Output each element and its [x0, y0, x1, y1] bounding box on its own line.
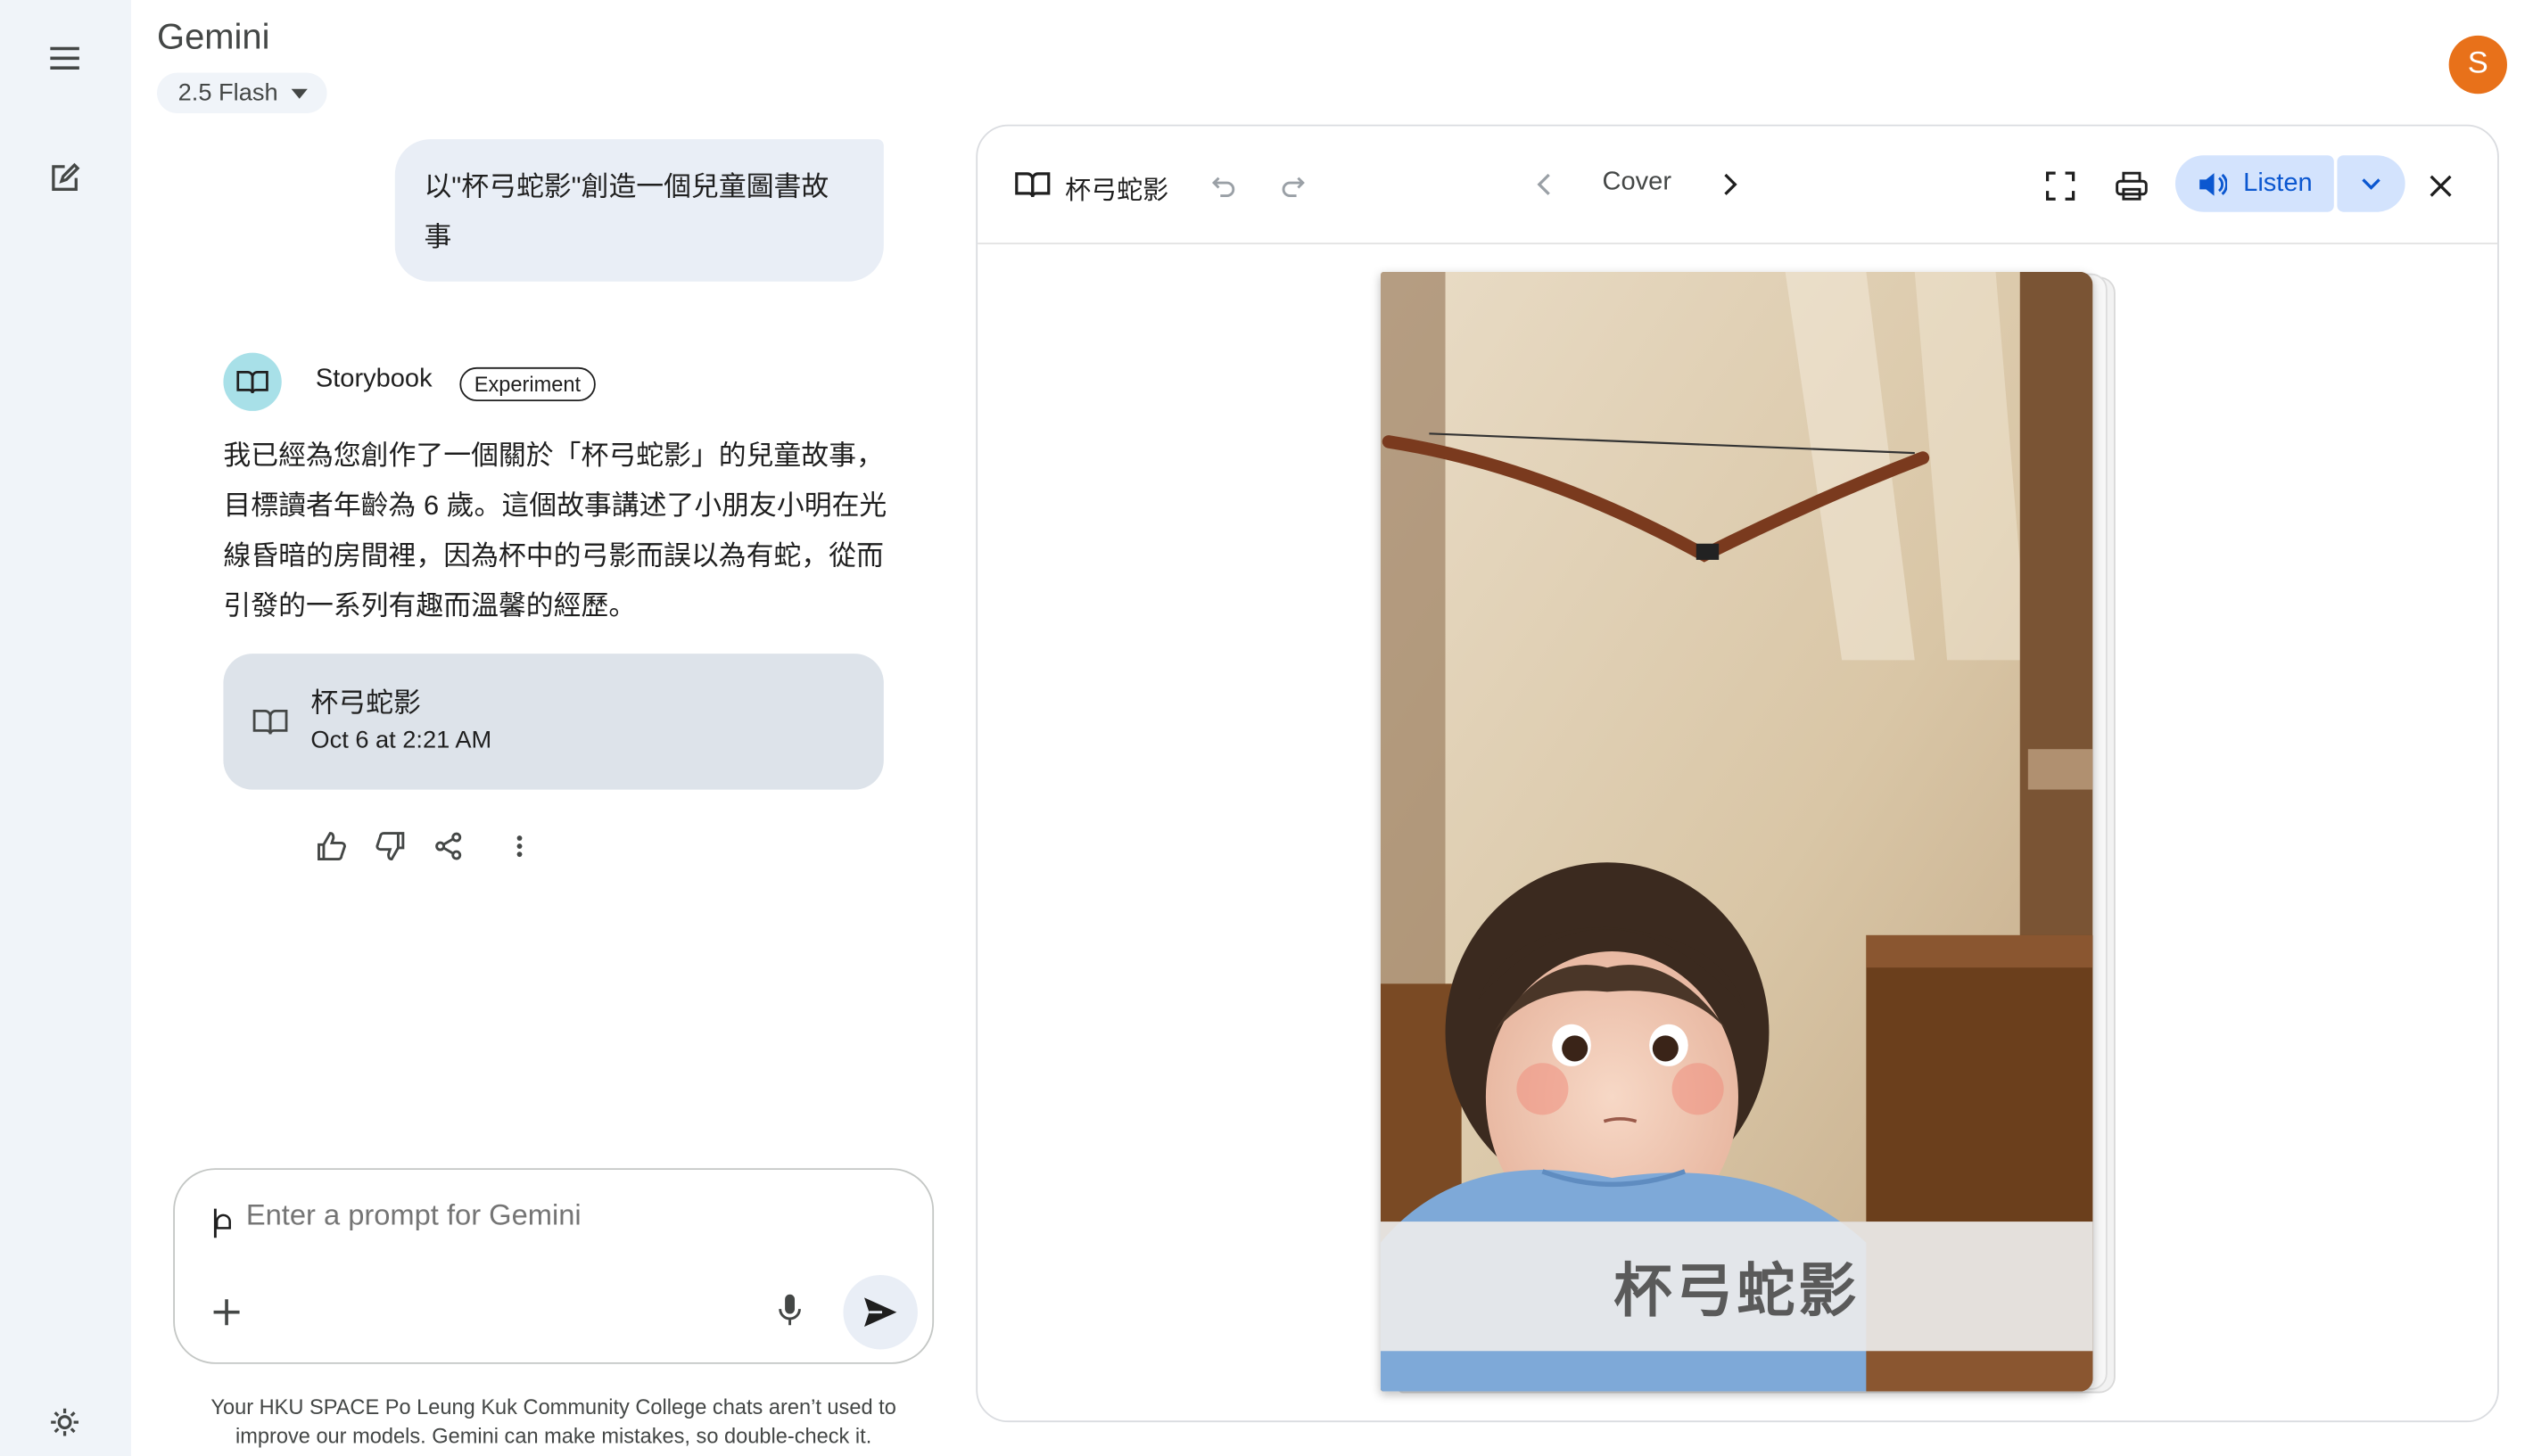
book-icon — [252, 709, 288, 735]
previous-page-icon[interactable] — [1528, 169, 1560, 201]
close-icon[interactable] — [2423, 169, 2459, 204]
listen-options-button[interactable] — [2337, 155, 2405, 212]
book-icon — [1013, 169, 1052, 201]
cover-title-band: 杯弓蛇影 — [1380, 1222, 2093, 1352]
share-icon[interactable] — [431, 828, 466, 864]
storybook-title: 杯弓蛇影 — [1065, 177, 1169, 206]
send-button[interactable] — [843, 1274, 918, 1350]
new-chat-icon[interactable] — [42, 155, 87, 201]
storybook-panel: 杯弓蛇影 Cover Listen 杯弓蛇影 — [976, 124, 2499, 1423]
card-date: Oct 6 at 2:21 AM — [310, 726, 492, 754]
chevron-down-icon — [2362, 177, 2380, 189]
response-text: 我已經為您創作了一個關於「杯弓蛇影」的兒童故事，目標讀者年齡為 6 歲。這個故事… — [223, 440, 887, 621]
page-label: Cover — [1602, 168, 1672, 196]
agent-name: Storybook — [315, 366, 433, 393]
caret-down-icon — [291, 87, 308, 98]
redo-icon[interactable] — [1274, 170, 1313, 202]
model-label: 2.5 Flash — [177, 78, 278, 107]
listen-label: Listen — [2243, 169, 2313, 197]
menu-icon[interactable] — [42, 36, 87, 81]
storybook-card[interactable]: 杯弓蛇影 Oct 6 at 2:21 AM — [223, 654, 884, 790]
thumbs-up-icon[interactable] — [314, 828, 350, 864]
book-preview[interactable]: 杯弓蛇影 — [1380, 271, 2116, 1394]
prompt-box — [173, 1168, 935, 1364]
undo-icon[interactable] — [1204, 170, 1243, 202]
user-message: 以"杯弓蛇影"創造一個兒童圖書故事 — [394, 139, 884, 282]
settings-icon[interactable] — [42, 1400, 87, 1445]
thumbs-down-icon[interactable] — [372, 828, 408, 864]
model-selector[interactable]: 2.5 Flash — [157, 72, 327, 114]
experiment-badge: Experiment — [459, 366, 596, 402]
account-avatar[interactable]: S — [2448, 35, 2507, 95]
app-title: Gemini — [157, 16, 270, 57]
storybook-avatar — [223, 352, 282, 411]
cover-title: 杯弓蛇影 — [1613, 1257, 1861, 1324]
book-cover: 杯弓蛇影 — [1380, 271, 2093, 1392]
text-cursor-icon — [213, 1208, 231, 1238]
listen-button[interactable]: Listen — [2174, 155, 2334, 212]
print-icon[interactable] — [2114, 169, 2149, 204]
book-icon — [236, 371, 268, 394]
fullscreen-icon[interactable] — [2042, 169, 2078, 204]
storybook-toolbar: 杯弓蛇影 Cover Listen — [978, 127, 2498, 245]
send-icon — [864, 1297, 897, 1328]
next-page-icon[interactable] — [1714, 169, 1746, 201]
microphone-icon[interactable] — [777, 1293, 803, 1328]
speaker-icon — [2199, 172, 2228, 195]
response-actions — [314, 828, 537, 864]
prompt-input[interactable] — [245, 1198, 862, 1233]
add-icon[interactable] — [207, 1293, 246, 1332]
more-vert-icon[interactable] — [502, 828, 538, 864]
privacy-disclaimer: Your HKU SPACE Po Leung Kuk Community Co… — [210, 1394, 896, 1449]
side-rail — [0, 0, 131, 1456]
card-title: 杯弓蛇影 — [310, 687, 421, 719]
